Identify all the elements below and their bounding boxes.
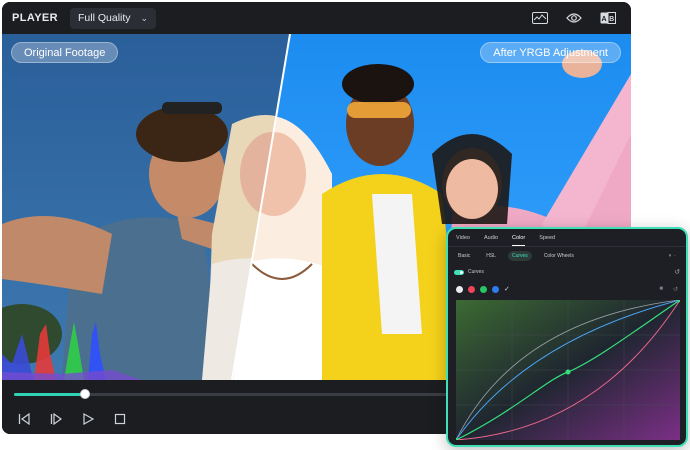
channel-green-button[interactable]: [480, 285, 487, 293]
eyedropper-icon[interactable]: ✓: [504, 285, 510, 293]
after-adjustment-label: After YRGB Adjustment: [480, 42, 621, 63]
tab-video[interactable]: Video: [456, 235, 470, 246]
play-icon[interactable]: [80, 411, 96, 427]
compare-ab-icon[interactable]: AB: [599, 9, 617, 27]
prev-frame-icon[interactable]: [16, 411, 32, 427]
color-curves-panel: Video Audio Color Speed Basic HSL Curves…: [446, 227, 688, 447]
quality-value: Full Quality: [78, 12, 131, 24]
subtab-curves[interactable]: Curves: [507, 251, 532, 261]
channel-selector: ✓ ■ ↺: [448, 279, 686, 299]
chevron-down-icon: ⌄: [140, 12, 149, 23]
eye-icon[interactable]: [565, 9, 583, 27]
channel-blue-button[interactable]: [492, 285, 499, 293]
subtab-hsl[interactable]: HSL: [482, 251, 500, 261]
curves-header: Curves ↺: [448, 265, 686, 279]
stop-icon[interactable]: [112, 411, 128, 427]
svg-text:A: A: [601, 16, 606, 23]
timeline-playhead[interactable]: [79, 389, 90, 399]
player-toolbar: PLAYER Full Quality ⌄ AB: [2, 2, 631, 34]
undo-icon[interactable]: ↺: [673, 286, 678, 293]
original-footage-label: Original Footage: [11, 42, 119, 63]
reset-icon[interactable]: ↺: [674, 268, 680, 276]
subtab-basic[interactable]: Basic: [454, 251, 474, 261]
panel-tabs: Video Audio Color Speed: [448, 229, 686, 247]
subtab-color-wheels[interactable]: Color Wheels: [540, 251, 578, 261]
quality-dropdown[interactable]: Full Quality ⌄: [70, 7, 157, 29]
tab-audio[interactable]: Audio: [484, 235, 498, 246]
square-icon[interactable]: ■: [659, 286, 663, 293]
compare-toggle-icon[interactable]: ◐ ·: [665, 251, 680, 261]
channel-white-button[interactable]: [456, 285, 463, 293]
curves-label: Curves: [468, 269, 484, 275]
color-subtabs: Basic HSL Curves Color Wheels ◐ ·: [448, 247, 686, 265]
curves-graph[interactable]: [456, 300, 680, 440]
channel-red-button[interactable]: [468, 285, 475, 293]
svg-text:B: B: [609, 16, 614, 23]
waveform-icon[interactable]: [531, 9, 549, 27]
timeline-progress: [14, 393, 85, 396]
next-frame-icon[interactable]: [48, 411, 64, 427]
tab-speed[interactable]: Speed: [539, 235, 555, 246]
tab-color[interactable]: Color: [512, 235, 526, 246]
player-title: PLAYER: [12, 12, 59, 24]
curves-toggle[interactable]: [454, 269, 464, 275]
